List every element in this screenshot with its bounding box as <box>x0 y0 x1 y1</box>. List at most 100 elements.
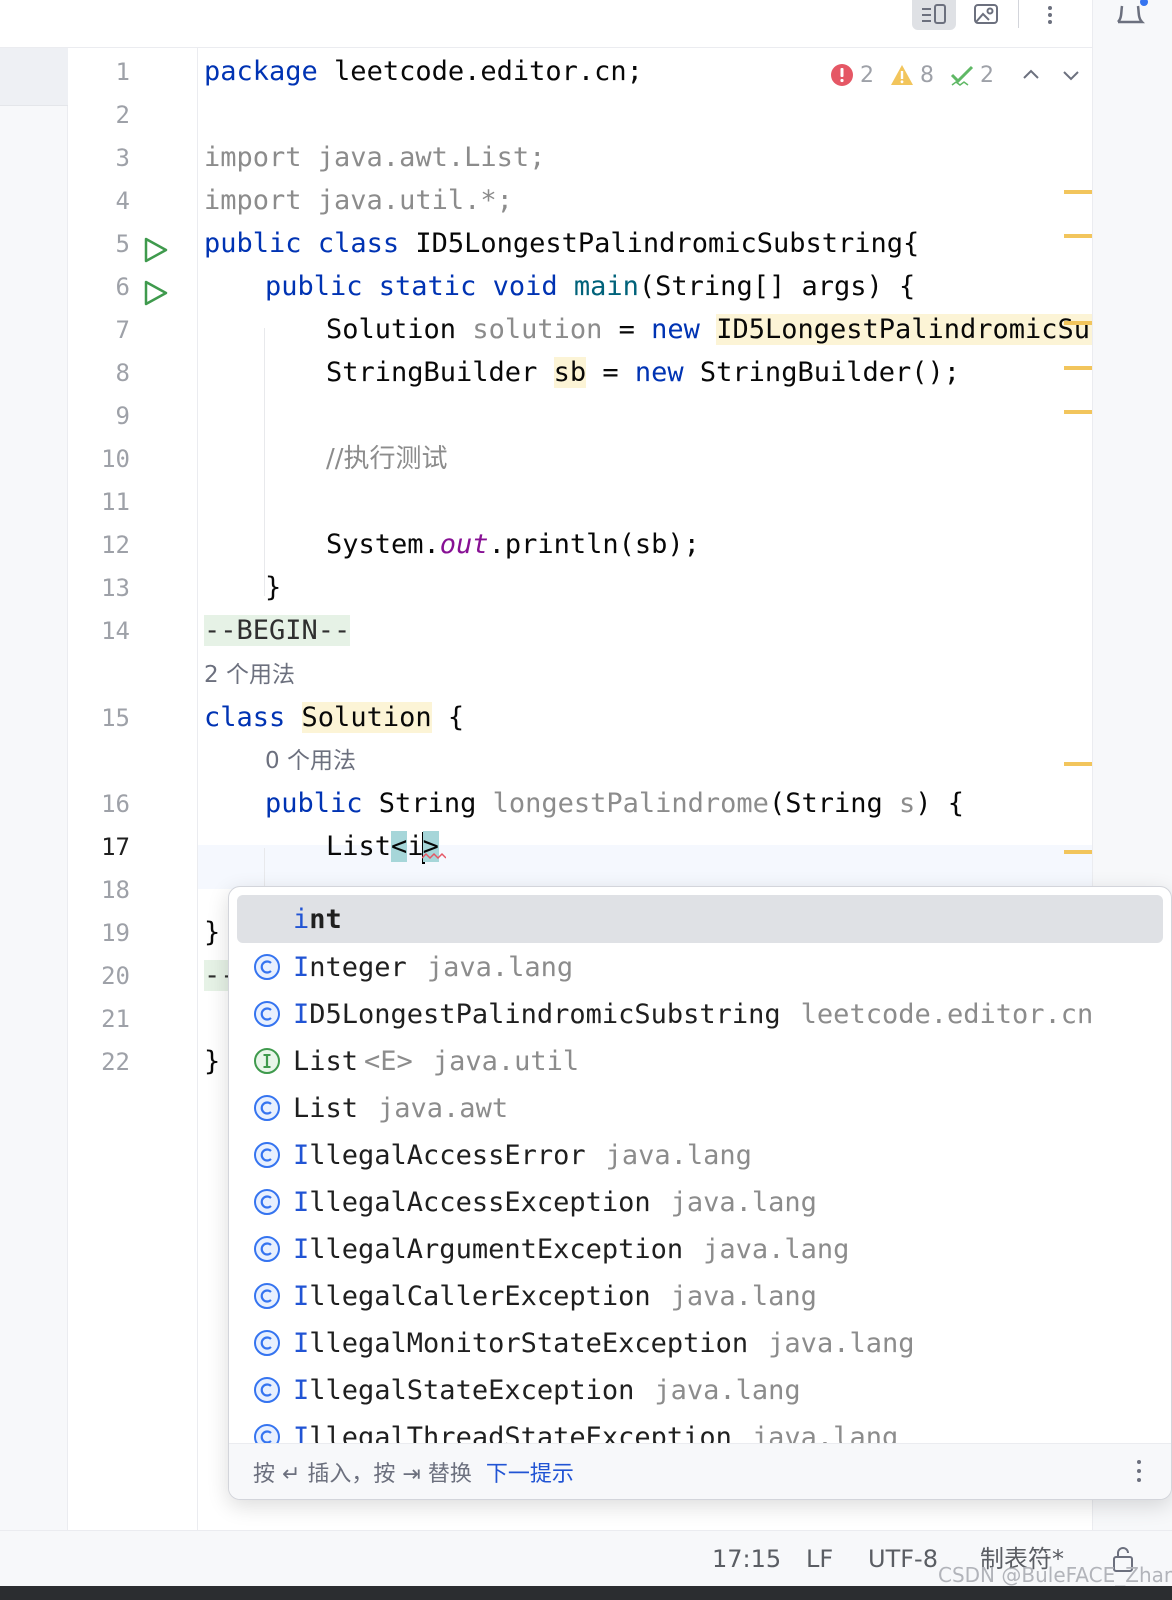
completion-name: IllegalArgumentException <box>293 1233 684 1265</box>
line-number: 22 <box>101 1048 130 1076</box>
completion-footer: 按 ↵ 插入，按 ⇥ 替换 下一提示 <box>229 1443 1171 1499</box>
completion-package: java.lang <box>768 1327 915 1359</box>
code-comment: //执行测试 <box>326 444 448 474</box>
line-number: 14 <box>101 617 130 645</box>
usages-hint[interactable]: 0 个用法 <box>265 743 356 779</box>
completion-item[interactable]: List java.awt <box>237 1084 1163 1132</box>
code-line-14: --BEGIN-- <box>204 609 351 653</box>
completion-package: java.util <box>432 1045 580 1077</box>
code-line-7: Solution solution = new ID5LongestPalind… <box>326 308 1092 352</box>
class-icon <box>254 1001 280 1027</box>
completion-item[interactable]: Integer java.lang <box>237 943 1163 991</box>
scroll-marker[interactable] <box>1064 190 1092 194</box>
scroll-marker[interactable] <box>1064 410 1092 414</box>
scroll-marker[interactable] <box>1064 321 1092 325</box>
keyword: public <box>204 228 302 259</box>
watermark: CSDN @BuleFACE_Zhang <box>938 1563 1172 1587</box>
code-line-22: } <box>204 1046 221 1077</box>
scroll-marker[interactable] <box>1064 366 1092 370</box>
reader-mode-button[interactable] <box>912 0 956 30</box>
more-actions-button[interactable] <box>1036 0 1064 30</box>
code-completion-popup[interactable]: int Integer java.lang ID5LongestPalindro… <box>228 886 1172 1500</box>
completion-package: java.lang <box>605 1139 752 1171</box>
line-number: 6 <box>115 273 130 301</box>
left-tool-strip <box>0 48 68 1530</box>
file-encoding[interactable]: UTF-8 <box>868 1531 938 1587</box>
line-number: 8 <box>115 359 130 387</box>
chevron-up-icon[interactable] <box>1020 64 1042 86</box>
error-count: 2 <box>860 62 874 88</box>
line-number: 2 <box>115 101 130 129</box>
reader-mode-icon <box>922 4 946 24</box>
completion-item[interactable]: IllegalAccessError java.lang <box>237 1131 1163 1179</box>
completion-name: List <box>293 1045 359 1077</box>
code-text: String <box>362 788 493 819</box>
usages-hint[interactable]: 2 个用法 <box>204 657 295 693</box>
line-number: 5 <box>115 230 130 258</box>
completion-item[interactable]: IllegalStateException java.lang <box>237 1366 1163 1414</box>
code-text: ) { <box>915 788 965 819</box>
more-vertical-icon[interactable] <box>1135 1458 1143 1484</box>
unused-method-name: longestPalindrome <box>492 788 769 819</box>
line-number: 12 <box>101 531 130 559</box>
weak-warning-count: 2 <box>980 62 994 88</box>
image-preview-button[interactable] <box>966 0 1006 30</box>
code-text: ID5LongestPalindromicSubstring{ <box>399 228 920 259</box>
class-icon <box>254 1095 280 1121</box>
completion-package: java.lang <box>654 1374 801 1406</box>
completion-item[interactable]: IllegalCallerException java.lang <box>237 1272 1163 1320</box>
completion-item[interactable]: IllegalAccessException java.lang <box>237 1178 1163 1226</box>
completion-name: IllegalCallerException <box>293 1280 651 1312</box>
method-name: main <box>573 271 639 302</box>
completion-item[interactable]: List <E> java.util <box>237 1037 1163 1085</box>
keyword: public static void <box>265 271 558 302</box>
scroll-marker[interactable] <box>1064 234 1092 238</box>
completion-name: Integer <box>293 951 407 983</box>
completion-item[interactable]: ID5LongestPalindromicSubstring leetcode.… <box>237 990 1163 1038</box>
toolbar-separator <box>1018 0 1019 28</box>
code-text: (String <box>768 788 899 819</box>
line-number: 7 <box>115 316 130 344</box>
completion-package: java.lang <box>670 1280 817 1312</box>
scroll-marker[interactable] <box>1064 762 1092 766</box>
next-tip-link[interactable]: 下一提示 <box>486 1456 574 1488</box>
notifications-button[interactable] <box>1112 0 1148 32</box>
completion-item[interactable]: int <box>237 895 1163 943</box>
keyword: class <box>204 702 286 733</box>
highlighted-reference: ID5LongestPalindromicSubs <box>716 314 1092 345</box>
inspections-widget[interactable]: 2 8 2 <box>830 58 1082 92</box>
matched-bracket: < <box>391 831 408 862</box>
run-main-icon[interactable] <box>140 278 170 308</box>
line-number: 9 <box>115 402 130 430</box>
class-icon <box>254 954 280 980</box>
completion-package: java.lang <box>703 1233 850 1265</box>
code-text: { <box>431 702 465 733</box>
line-number-active: 17 <box>101 833 130 861</box>
completion-item[interactable]: IllegalMonitorStateException java.lang <box>237 1319 1163 1367</box>
unused-parameter: s <box>898 788 916 819</box>
indent-guide <box>264 328 265 596</box>
line-number: 18 <box>101 876 130 904</box>
caret-position[interactable]: 17:15 <box>712 1531 781 1587</box>
selected-tool-area <box>0 48 68 106</box>
chevron-down-icon[interactable] <box>1060 64 1082 86</box>
code-line-4: import java.util.*; <box>204 185 513 216</box>
code-line-17: List<i> <box>326 825 439 869</box>
code-line-13: } <box>265 572 282 603</box>
run-class-icon[interactable] <box>140 235 170 265</box>
begin-marker: --BEGIN-- <box>204 615 351 646</box>
line-number: 20 <box>101 962 130 990</box>
class-icon <box>254 1142 280 1168</box>
scroll-marker[interactable] <box>1064 850 1092 854</box>
code-text: leetcode.editor.cn; <box>317 56 643 87</box>
class-icon <box>254 1377 280 1403</box>
code-line-15: class Solution { <box>204 696 464 740</box>
line-ending[interactable]: LF <box>806 1531 833 1587</box>
warning-count: 8 <box>920 62 934 88</box>
editor-toolbar <box>0 0 1172 48</box>
code-text: = <box>602 314 652 345</box>
completion-item[interactable]: IllegalArgumentException java.lang <box>237 1225 1163 1273</box>
completion-name: IllegalAccessException <box>293 1186 651 1218</box>
code-line-12: System.out.println(sb); <box>326 523 700 567</box>
line-number: 15 <box>101 704 130 732</box>
